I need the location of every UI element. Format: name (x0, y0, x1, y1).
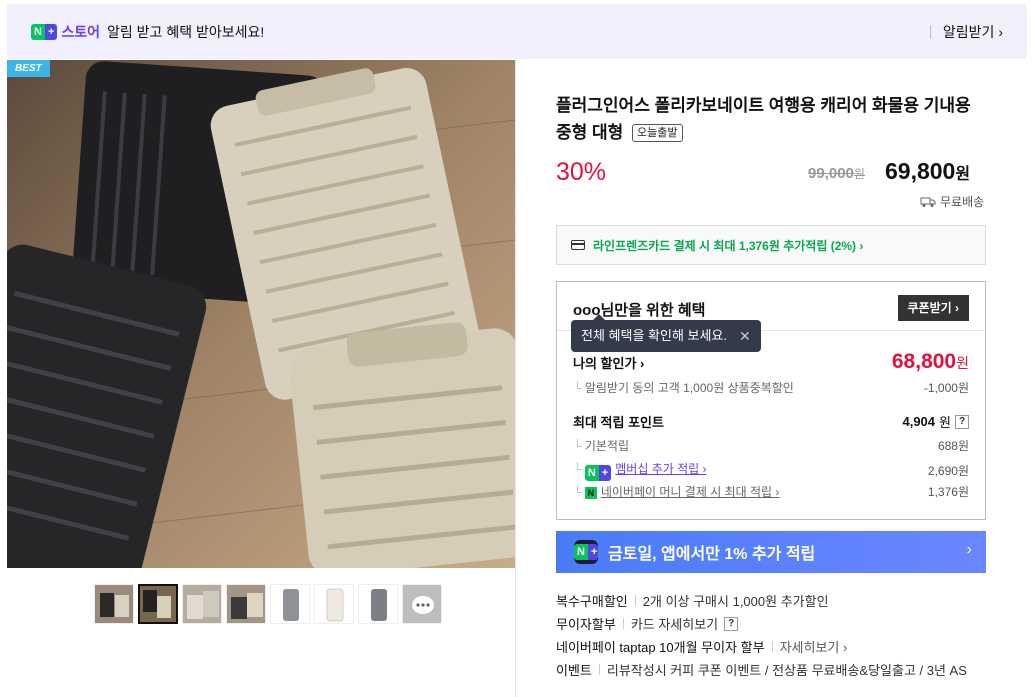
list-item: 네이버페이 taptap 10개월 무이자 할부 자세히보기 › (556, 635, 967, 658)
discount-rate: 30% (556, 158, 607, 186)
sale-price-value: 69,800 (885, 158, 956, 184)
shipping-text: 무료배송 (940, 195, 985, 209)
notification-banner: N + 스토어 알림 받고 혜택 받아보세요! 알림받기 › (7, 4, 1027, 59)
alarm-discount-row: 알림받기 동의 고객 1,000원 상품중복할인 -1,000원 (573, 379, 969, 396)
npay-points-row: N네이버페이 머니 결제 시 최대 적립 › 1,376원 (573, 483, 969, 500)
thumbnail-7[interactable] (358, 584, 398, 624)
divider (634, 595, 636, 606)
main-product-image: BEST (7, 60, 515, 568)
help-icon[interactable]: ? (955, 414, 969, 429)
thumbnail-6[interactable] (314, 584, 354, 624)
chevron-right-icon: › (966, 541, 972, 558)
purchase-info-list: 복수구매할인 2개 이상 구매시 1,000원 추가할인 무이자할부 카드 자세… (556, 589, 967, 681)
best-badge: BEST (7, 60, 50, 77)
subscribe-link[interactable]: 알림받기 › (929, 22, 1003, 42)
max-points-label: 최대 적립 포인트 (573, 415, 664, 430)
info-key: 네이버페이 taptap 10개월 무이자 할부 (556, 640, 765, 655)
original-price-value: 99,000 (808, 165, 854, 182)
luggage-photo (7, 60, 515, 568)
original-price: 99,000원 (808, 165, 865, 182)
npay-points-label: 네이버페이 머니 결제 시 최대 적립 › (600, 485, 780, 499)
basic-points-label: 기본적립 (573, 437, 629, 454)
tooltip-text: 전체 혜택을 확인해 보세요. (581, 328, 728, 343)
basic-points-value: 688원 (937, 439, 969, 453)
max-points-value: 4,904 원? (902, 412, 969, 431)
help-icon[interactable]: ? (724, 616, 739, 631)
close-icon[interactable]: ✕ (739, 320, 751, 352)
membership-points-row: N+멤버십 추가 적립 › 2,690원 (573, 460, 969, 481)
thumbnail-1[interactable] (94, 584, 134, 624)
thumbnail-5[interactable] (270, 584, 310, 624)
info-detail: 리뷰작성시 커피 쿠폰 이벤트 / 전상품 무료배송&당일출고 / 3년 AS (606, 663, 967, 678)
my-discount-label[interactable]: 나의 할인가 › (573, 353, 644, 372)
npay-points-value: 1,376원 (927, 485, 969, 499)
divider (598, 664, 600, 675)
nplus-icon: N+ (584, 465, 612, 481)
subscribe-label: 알림받기 › (942, 24, 1003, 40)
nplus-app-icon: N + (574, 540, 598, 564)
list-item: 이벤트 리뷰작성시 커피 쿠폰 이벤트 / 전상품 무료배송&당일출고 / 3년… (556, 658, 967, 681)
shipping-info: 무료배송 (920, 193, 984, 210)
thumbnail-strip (94, 584, 442, 624)
card-promo-text: 라인프렌즈카드 결제 시 최대 1,376원 추가적립 (2%) › (593, 238, 864, 253)
membership-points-label: 멤버십 추가 적립 › (615, 462, 707, 476)
thumbnail-4[interactable] (226, 584, 266, 624)
basic-points-row: 기본적립 688원 (573, 437, 969, 454)
nplus-store-logo: N + 스토어 (31, 22, 100, 42)
thumbnail-8-more[interactable] (402, 584, 442, 624)
app-promo-banner[interactable]: N + 금토일, 앱에서만 1% 추가 적립 › (556, 531, 986, 573)
credit-card-icon (571, 240, 585, 250)
my-discount-price: 68,800원 (892, 350, 969, 374)
list-item: 무이자할부 카드 자세히보기 ? (556, 612, 967, 635)
product-title-text: 플러그인어스 폴리카보네이트 여행용 캐리어 화물용 기내용 중형 대형 (556, 96, 971, 142)
won-unit: 원 (853, 167, 865, 181)
card-details-link[interactable]: 카드 자세히보기 (631, 614, 718, 633)
info-key: 이벤트 (556, 663, 592, 678)
column-divider (515, 60, 516, 697)
sale-price: 69,800원 (885, 158, 970, 185)
banner-message: 알림 받고 혜택 받아보세요! (107, 23, 265, 40)
max-points-row: 최대 적립 포인트 4,904 원? (573, 412, 969, 431)
my-discount-row: 나의 할인가 › 68,800원 (573, 350, 969, 374)
thumbnail-2-selected[interactable] (138, 584, 178, 624)
membership-points-value: 2,690원 (927, 464, 969, 478)
promo-text: 금토일, 앱에서만 1% 추가 적립 (608, 546, 816, 563)
store-label: 스토어 (61, 23, 101, 40)
alarm-discount-value: -1,000원 (923, 381, 969, 395)
details-link[interactable]: 자세히보기 › (780, 637, 848, 656)
card-promo-link[interactable]: 라인프렌즈카드 결제 시 최대 1,376원 추가적립 (2%) › (556, 225, 986, 265)
benefits-tooltip: 전체 혜택을 확인해 보세요. ✕ (571, 314, 761, 352)
info-key: 무이자할부 (556, 617, 616, 632)
npay-icon: N (584, 487, 597, 499)
divider (771, 641, 773, 652)
membership-points[interactable]: N+멤버십 추가 적립 › (573, 460, 707, 481)
divider (622, 618, 624, 629)
product-title: 플러그인어스 폴리카보네이트 여행용 캐리어 화물용 기내용 중형 대형 오늘출… (556, 92, 976, 146)
info-key: 복수구매할인 (556, 594, 628, 609)
get-coupon-button[interactable]: 쿠폰받기 › (897, 295, 969, 321)
member-benefits-box: ooo님만을 위한 혜택 쿠폰받기 › 전체 혜택을 확인해 보세요. ✕ 나의… (556, 281, 986, 520)
thumbnail-3[interactable] (182, 584, 222, 624)
my-discount-price-value: 68,800 (891, 350, 957, 373)
truck-icon (920, 197, 936, 207)
info-detail: 2개 이상 구매시 1,000원 추가할인 (642, 594, 829, 609)
today-shipping-badge: 오늘출발 (632, 124, 683, 142)
max-points-number: 4,904 (902, 414, 936, 429)
nplus-icon: N+ (31, 23, 58, 40)
won-unit: 원 (955, 166, 971, 183)
divider (929, 25, 931, 39)
won-unit: 원 (956, 355, 969, 371)
alarm-discount-label: 알림받기 동의 고객 1,000원 상품중복할인 (573, 379, 794, 396)
won-unit: 원 (939, 415, 951, 430)
list-item: 복수구매할인 2개 이상 구매시 1,000원 추가할인 (556, 589, 967, 612)
npay-points[interactable]: N네이버페이 머니 결제 시 최대 적립 › (573, 483, 779, 500)
